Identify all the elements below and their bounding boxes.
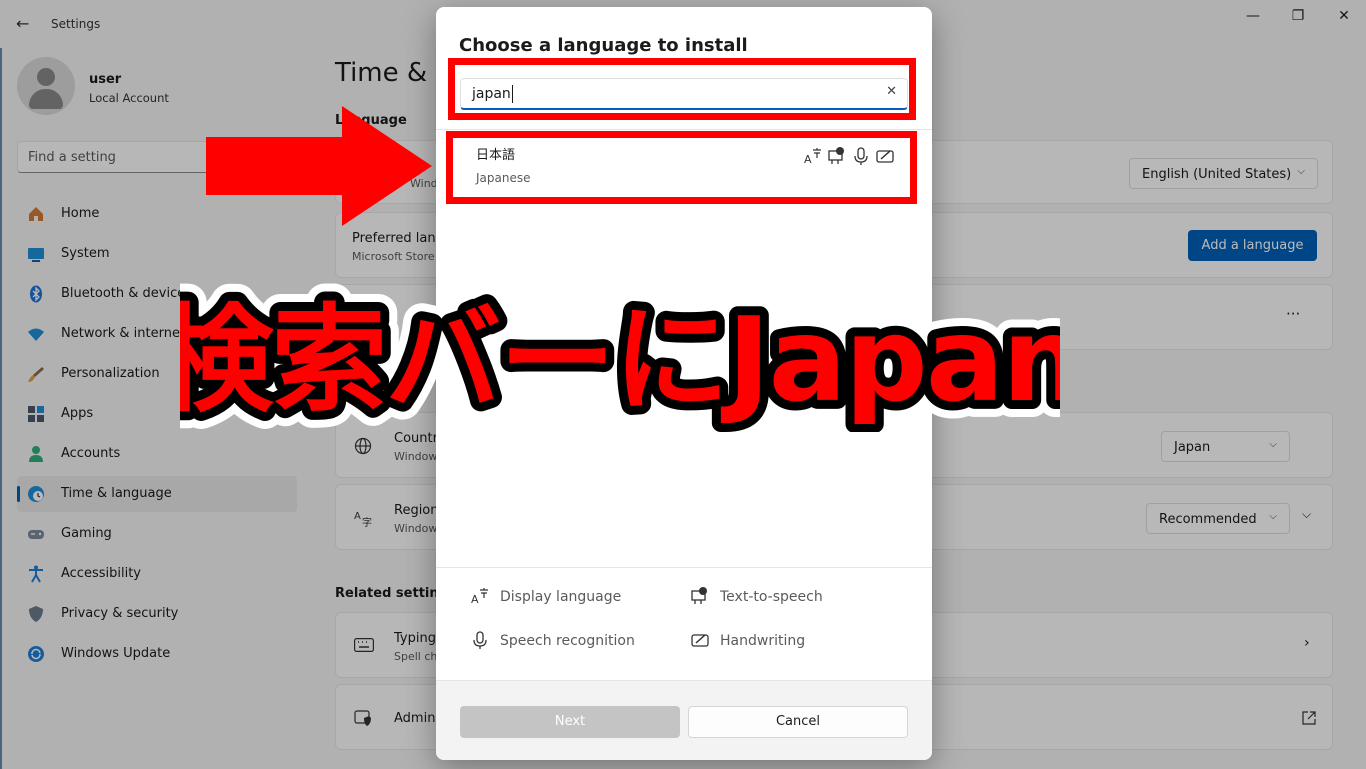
- divider: [436, 129, 932, 130]
- display-language-icon: A: [471, 588, 488, 605]
- red-arrow-icon: [206, 106, 432, 226]
- legend-display-language: Display language: [500, 589, 622, 605]
- legend-speech-recognition: Speech recognition: [500, 633, 635, 649]
- dialog-footer: Next Cancel: [436, 680, 932, 760]
- result-highlight-box: [446, 131, 917, 204]
- microphone-icon: [473, 631, 487, 649]
- dialog-title: Choose a language to install: [459, 35, 748, 56]
- caption-text: 検索バーにJapan: [180, 293, 1060, 428]
- divider: [436, 567, 932, 568]
- legend-handwriting: Handwriting: [720, 633, 806, 649]
- cancel-button[interactable]: Cancel: [688, 706, 908, 738]
- svg-text:A: A: [471, 593, 479, 605]
- next-button[interactable]: Next: [460, 706, 680, 738]
- text-to-speech-icon: [691, 587, 707, 604]
- legend-text-to-speech: Text-to-speech: [720, 589, 823, 605]
- search-highlight-box: [448, 58, 916, 120]
- annotation-caption: 検索バーにJapan 検索バーにJapan 検索バーにJapan: [180, 282, 1060, 432]
- handwriting-icon: [691, 634, 709, 647]
